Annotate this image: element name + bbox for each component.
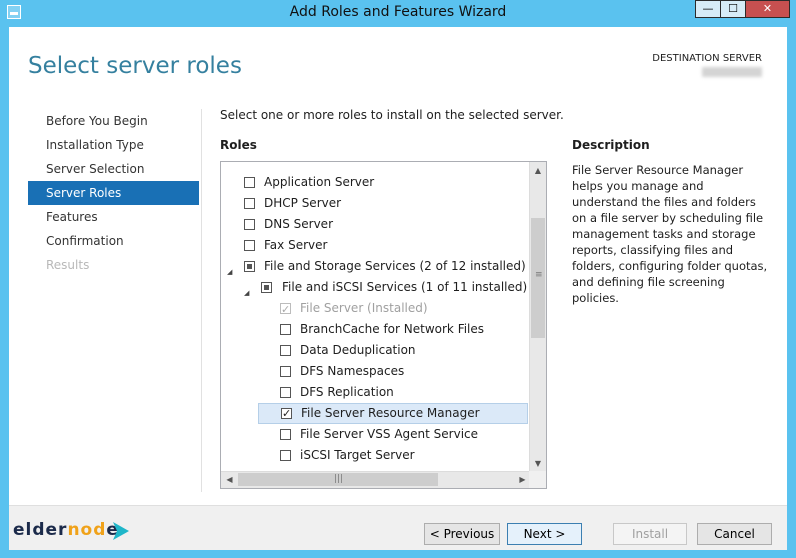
title-bar[interactable]: Add Roles and Features Wizard — ☐ ✕ bbox=[0, 0, 796, 27]
wizard-body: Select server roles DESTINATION SERVER B… bbox=[9, 27, 787, 550]
role-item[interactable]: ◢ File and Storage Services (2 of 12 inst… bbox=[221, 256, 531, 277]
role-checkbox[interactable] bbox=[244, 240, 255, 251]
roles-tree[interactable]: Application Server DHCP Server DNS Server F… bbox=[220, 161, 547, 489]
role-label: File Server (Installed) bbox=[300, 301, 428, 315]
role-label: File and Storage Services (2 of 12 insta… bbox=[264, 259, 526, 273]
nav-item-results: Results bbox=[46, 258, 90, 272]
scroll-down-icon[interactable]: ▼ bbox=[530, 455, 546, 472]
role-item[interactable]: Data Deduplication bbox=[221, 340, 531, 361]
grip-icon: ≡ bbox=[535, 270, 543, 280]
logo-text-part: elder bbox=[13, 520, 68, 540]
role-item[interactable]: Fax Server bbox=[221, 235, 531, 256]
logo-arrow-icon bbox=[113, 522, 129, 540]
minimize-button[interactable]: — bbox=[695, 0, 720, 18]
role-checkbox[interactable] bbox=[280, 387, 291, 398]
role-checkbox[interactable] bbox=[280, 366, 291, 377]
role-checkbox[interactable] bbox=[280, 345, 291, 356]
nav-item-installation-type[interactable]: Installation Type bbox=[28, 133, 199, 157]
close-button[interactable]: ✕ bbox=[745, 0, 790, 18]
destination-server-label: DESTINATION SERVER bbox=[652, 53, 762, 64]
role-checkbox[interactable] bbox=[244, 198, 255, 209]
role-item[interactable]: Application Server bbox=[221, 172, 531, 193]
vertical-scrollbar[interactable]: ▲ ≡ ▼ bbox=[529, 162, 546, 472]
window-title: Add Roles and Features Wizard bbox=[289, 4, 507, 20]
role-item[interactable]: File Server (Installed) bbox=[221, 298, 531, 320]
wizard-window: Add Roles and Features Wizard — ☐ ✕ Sele… bbox=[0, 0, 796, 558]
scroll-left-icon[interactable]: ◀ bbox=[221, 472, 238, 488]
destination-server-name-blurred bbox=[702, 67, 762, 77]
role-checkbox[interactable] bbox=[244, 219, 255, 230]
nav-item-server-roles[interactable]: Server Roles bbox=[28, 181, 199, 205]
scroll-corner bbox=[529, 471, 546, 488]
wizard-nav: Before You Begin Installation Type Serve… bbox=[28, 109, 199, 277]
role-item[interactable]: DHCP Server bbox=[221, 193, 531, 214]
role-item[interactable]: File Server VSS Agent Service bbox=[221, 424, 531, 445]
role-label: File Server Resource Manager bbox=[301, 406, 480, 420]
role-label: DFS Replication bbox=[300, 385, 394, 399]
role-item[interactable]: File Server Resource Manager bbox=[258, 403, 528, 424]
role-item[interactable]: DFS Namespaces bbox=[221, 361, 531, 382]
role-label: Data Deduplication bbox=[300, 343, 416, 357]
role-label: DFS Namespaces bbox=[300, 364, 405, 378]
install-button: Install bbox=[613, 523, 687, 545]
grip-icon: ||| bbox=[334, 474, 344, 484]
instruction-text: Select one or more roles to install on t… bbox=[220, 108, 564, 122]
role-label: File Server VSS Agent Service bbox=[300, 427, 479, 441]
role-checkbox[interactable] bbox=[261, 282, 272, 293]
role-item[interactable]: ◢ File and iSCSI Services (1 of 11 instal… bbox=[221, 277, 531, 298]
nav-item-server-selection[interactable]: Server Selection bbox=[28, 157, 199, 181]
page-title: Select server roles bbox=[28, 53, 242, 79]
role-label: File and iSCSI Services (1 of 11 install… bbox=[282, 280, 528, 294]
role-label: Fax Server bbox=[264, 238, 328, 252]
logo-text-part: nod bbox=[67, 520, 107, 540]
horizontal-scrollbar[interactable]: ◀ ||| ▶ bbox=[221, 471, 531, 488]
role-item[interactable]: BranchCache for Network Files bbox=[221, 319, 531, 340]
role-item[interactable]: DFS Replication bbox=[221, 382, 531, 403]
wizard-footer: eldernode < Previous Next > Install Canc… bbox=[9, 505, 787, 550]
nav-divider bbox=[201, 109, 202, 492]
description-text: File Server Resource Manager helps you m… bbox=[572, 163, 768, 305]
role-label: DNS Server bbox=[264, 217, 333, 231]
role-checkbox[interactable] bbox=[244, 261, 255, 272]
scroll-up-icon[interactable]: ▲ bbox=[530, 162, 546, 179]
role-checkbox[interactable] bbox=[244, 177, 255, 188]
next-button[interactable]: Next > bbox=[507, 523, 582, 545]
roles-heading: Roles bbox=[220, 138, 257, 152]
nav-item-before-you-begin[interactable]: Before You Begin bbox=[28, 109, 199, 133]
horizontal-scroll-thumb[interactable]: ||| bbox=[238, 473, 438, 486]
role-label: BranchCache for Network Files bbox=[300, 322, 485, 336]
role-item[interactable]: DNS Server bbox=[221, 214, 531, 235]
nav-item-features[interactable]: Features bbox=[28, 205, 199, 229]
role-checkbox[interactable] bbox=[280, 324, 291, 335]
role-checkbox[interactable] bbox=[280, 450, 291, 461]
role-label: DHCP Server bbox=[264, 196, 342, 210]
role-item[interactable]: iSCSI Target Server bbox=[221, 445, 531, 466]
maximize-button[interactable]: ☐ bbox=[720, 0, 745, 18]
description-heading: Description bbox=[572, 138, 650, 152]
previous-button[interactable]: < Previous bbox=[424, 523, 500, 545]
role-checkbox[interactable] bbox=[281, 404, 292, 423]
role-checkbox bbox=[280, 299, 291, 320]
scroll-thumb[interactable]: ≡ bbox=[531, 218, 545, 338]
cancel-button[interactable]: Cancel bbox=[697, 523, 772, 545]
role-label: Application Server bbox=[264, 175, 375, 189]
role-label: iSCSI Target Server bbox=[300, 448, 415, 462]
eldernode-logo: eldernode bbox=[13, 520, 119, 540]
nav-item-confirmation[interactable]: Confirmation bbox=[28, 229, 199, 253]
role-checkbox[interactable] bbox=[280, 429, 291, 440]
